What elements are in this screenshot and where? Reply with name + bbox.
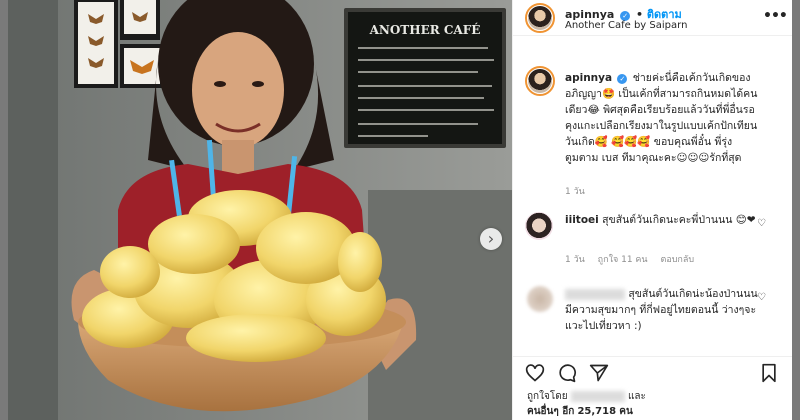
paper-plane-icon[interactable] bbox=[589, 363, 609, 383]
post-photo[interactable]: ANOTHER CAFÉ › bbox=[8, 0, 512, 420]
comment-likes[interactable]: ถูกใจ 11 คน bbox=[598, 255, 648, 265]
blurred-avatar[interactable] bbox=[527, 286, 553, 312]
likes-and: และ bbox=[627, 391, 646, 402]
more-options-icon[interactable]: ••• bbox=[763, 8, 788, 24]
liked-by-prefix: ถูกใจโดย bbox=[527, 391, 568, 402]
heart-outline-icon[interactable] bbox=[525, 363, 545, 383]
comments-list[interactable]: apinnya ✓ ช่ายค่ะนี่คือเค้กวันเกิดของอภิ… bbox=[513, 62, 792, 356]
next-photo-button[interactable]: › bbox=[480, 228, 502, 250]
comment-meta: 1 วัน ถูกใจ 11 คน ตอบกลับ bbox=[565, 252, 704, 266]
caption-avatar[interactable] bbox=[525, 66, 555, 96]
likes-suffix: คน bbox=[619, 406, 633, 417]
comment-time[interactable]: 1 วัน bbox=[565, 255, 585, 265]
caption-username[interactable]: apinnya bbox=[565, 72, 612, 84]
action-bar: ถูกใจโดย และ คนอื่นๆ อีก 25,718 คน bbox=[513, 356, 792, 420]
caption-verified-icon: ✓ bbox=[617, 74, 628, 84]
cafe-chalkboard: ANOTHER CAFÉ bbox=[344, 8, 506, 148]
comment-body: iiitoei สุขสันต์วันเกิดนะคะพี่ป่านนน 😊❤ bbox=[565, 212, 765, 228]
backdrop-right bbox=[792, 0, 800, 420]
chalkboard-title: ANOTHER CAFÉ bbox=[369, 22, 481, 37]
author-avatar[interactable] bbox=[525, 3, 555, 33]
blurred-username[interactable] bbox=[565, 288, 625, 300]
likes-line-1: ถูกใจโดย และ bbox=[527, 389, 646, 404]
caption-text: ช่ายค่ะนี่คือเค้กวันเกิดของอภิญญา🤩 เป็นเ… bbox=[565, 72, 758, 164]
photo-illustration: ANOTHER CAFÉ bbox=[8, 0, 512, 420]
comment-username[interactable]: iiitoei bbox=[565, 214, 599, 226]
caption-body: apinnya ✓ ช่ายค่ะนี่คือเค้กวันเกิดของอภิ… bbox=[565, 70, 765, 166]
caption-meta: 1 วัน bbox=[565, 184, 595, 198]
backdrop-left bbox=[0, 0, 8, 420]
post-header: apinnya ✓ • ติดตาม Another Cafe by Saipa… bbox=[513, 0, 792, 36]
comment-like-heart-icon[interactable]: ♡ bbox=[757, 292, 766, 303]
comment-avatar[interactable] bbox=[525, 212, 553, 240]
comment-text: สุขสันต์วันเกิดนะคะพี่ป่านนน 😊❤ bbox=[602, 214, 756, 226]
likes-count: 25,718 bbox=[577, 406, 617, 417]
reply-button[interactable]: ตอบกลับ bbox=[660, 255, 694, 265]
post-location[interactable]: Another Cafe by Saiparn bbox=[565, 20, 687, 31]
post-side-panel: apinnya ✓ • ติดตาม Another Cafe by Saipa… bbox=[512, 0, 792, 420]
bookmark-icon[interactable] bbox=[759, 363, 779, 383]
blurred-liker[interactable] bbox=[570, 390, 625, 402]
likes-summary: ถูกใจโดย และ คนอื่นๆ อีก 25,718 คน bbox=[527, 389, 646, 419]
comment-body: สุขสันต์วันเกิดน่ะน้องป่านนน มีความสุขมา… bbox=[565, 286, 765, 334]
caption-time[interactable]: 1 วัน bbox=[565, 187, 585, 197]
scroll-fade bbox=[513, 332, 792, 356]
others-prefix: คนอื่นๆ อีก bbox=[527, 406, 575, 417]
butterfly-frame-2 bbox=[120, 0, 160, 40]
butterfly-frame-1 bbox=[74, 0, 118, 88]
comment-like-heart-icon[interactable]: ♡ bbox=[757, 218, 766, 229]
speech-bubble-icon[interactable] bbox=[557, 363, 577, 383]
likes-line-2[interactable]: คนอื่นๆ อีก 25,718 คน bbox=[527, 404, 646, 419]
